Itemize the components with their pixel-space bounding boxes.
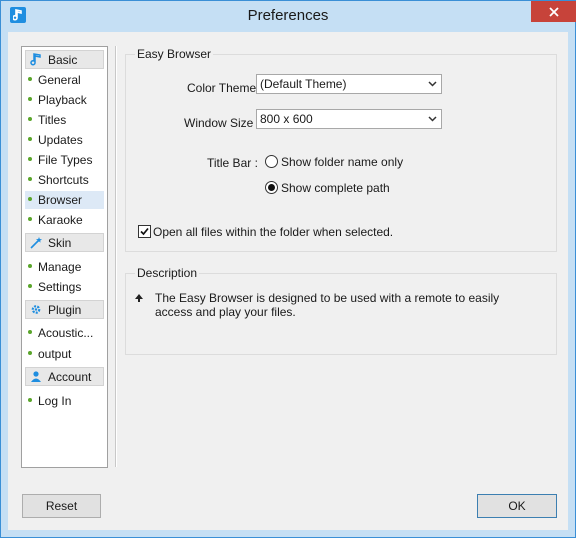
- section-label: Skin: [48, 236, 72, 250]
- window-size-select[interactable]: 800 x 600: [256, 109, 442, 129]
- bullet-icon: [28, 217, 32, 221]
- select-value: 800 x 600: [260, 112, 313, 126]
- close-icon: [548, 6, 559, 17]
- radio-dot: [268, 184, 275, 191]
- panel-divider: [115, 46, 117, 467]
- sidebar-item-label: File Types: [38, 153, 93, 167]
- section-header-skin[interactable]: Skin: [25, 233, 104, 252]
- category-sidebar: Basic General Playback Titles Updates Fi…: [21, 46, 108, 468]
- dialog-client-area: Basic General Playback Titles Updates Fi…: [8, 32, 568, 530]
- bullet-icon: [28, 197, 32, 201]
- sidebar-item-general[interactable]: General: [25, 71, 104, 89]
- reset-button[interactable]: Reset: [22, 494, 101, 518]
- bullet-icon: [28, 177, 32, 181]
- sidebar-item-label: Acoustic...: [38, 326, 94, 340]
- bullet-icon: [28, 97, 32, 101]
- open-all-checkbox[interactable]: [138, 225, 151, 238]
- sidebar-item-karaoke[interactable]: Karaoke: [25, 211, 104, 229]
- title-bar-label: Title Bar :: [207, 156, 258, 170]
- radio-folder-name-label[interactable]: Show folder name only: [281, 155, 403, 169]
- radio-complete-path-label[interactable]: Show complete path: [281, 181, 390, 195]
- sidebar-item-settings[interactable]: Settings: [25, 278, 104, 296]
- bullet-icon: [28, 284, 32, 288]
- sidebar-item-label: Log In: [38, 394, 72, 408]
- bullet-icon: [28, 157, 32, 161]
- sidebar-item-label: output: [38, 347, 72, 361]
- sidebar-item-log-in[interactable]: Log In: [25, 392, 104, 410]
- color-theme-select[interactable]: (Default Theme): [256, 74, 442, 94]
- bullet-icon: [28, 264, 32, 268]
- sidebar-item-updates[interactable]: Updates: [25, 131, 104, 149]
- sidebar-item-playback[interactable]: Playback: [25, 91, 104, 109]
- sidebar-item-output[interactable]: output: [25, 345, 104, 363]
- sidebar-item-label: Updates: [38, 133, 83, 147]
- chevron-down-icon: [428, 81, 437, 87]
- arrow-up-icon: [135, 294, 143, 302]
- sidebar-item-label: General: [38, 73, 81, 87]
- user-icon: [31, 371, 41, 382]
- window-size-label: Window Size :: [184, 116, 261, 130]
- magic-wand-icon: [30, 237, 42, 249]
- close-button[interactable]: [531, 1, 576, 22]
- section-header-account[interactable]: Account: [25, 367, 104, 386]
- sidebar-item-label: Playback: [38, 93, 87, 107]
- gear-icon: [31, 305, 41, 314]
- sidebar-item-titles[interactable]: Titles: [25, 111, 104, 129]
- sidebar-item-acoustic[interactable]: Acoustic...: [25, 324, 104, 342]
- music-note-icon: [30, 53, 41, 66]
- window-title: Preferences: [247, 7, 329, 24]
- sidebar-item-label: Settings: [38, 280, 82, 294]
- section-header-plugin[interactable]: Plugin: [25, 300, 104, 319]
- sidebar-item-browser[interactable]: Browser: [25, 191, 104, 209]
- sidebar-item-label: Titles: [38, 113, 67, 127]
- section-header-basic[interactable]: Basic: [25, 50, 104, 69]
- sidebar-item-label: Karaoke: [38, 213, 83, 227]
- bullet-icon: [28, 137, 32, 141]
- sidebar-item-shortcuts[interactable]: Shortcuts: [25, 171, 104, 189]
- radio-complete-path[interactable]: [265, 181, 278, 194]
- select-value: (Default Theme): [260, 77, 347, 91]
- bullet-icon: [28, 351, 32, 355]
- chevron-down-icon: [428, 116, 437, 122]
- sidebar-item-file-types[interactable]: File Types: [25, 151, 104, 169]
- color-theme-label: Color Theme :: [187, 81, 263, 95]
- bullet-icon: [28, 398, 32, 402]
- open-all-label[interactable]: Open all files within the folder when se…: [153, 225, 393, 239]
- preferences-window: Preferences Basic General Playback Title…: [0, 0, 576, 538]
- section-label: Basic: [48, 53, 78, 67]
- checkmark-icon: [140, 227, 149, 236]
- sidebar-item-manage[interactable]: Manage: [25, 258, 104, 276]
- group-title: Description: [135, 266, 200, 280]
- bullet-icon: [28, 330, 32, 334]
- radio-folder-name[interactable]: [265, 155, 278, 168]
- bullet-icon: [28, 117, 32, 121]
- description-text: The Easy Browser is designed to be used …: [155, 291, 500, 319]
- sidebar-item-label: Shortcuts: [38, 173, 89, 187]
- title-bar[interactable]: Preferences: [1, 1, 576, 32]
- bullet-icon: [28, 77, 32, 81]
- group-title: Easy Browser: [135, 47, 214, 61]
- section-label: Account: [48, 370, 92, 384]
- ok-button[interactable]: OK: [477, 494, 557, 518]
- section-label: Plugin: [48, 303, 82, 317]
- sidebar-item-label: Manage: [38, 260, 82, 274]
- sidebar-item-label: Browser: [38, 193, 83, 207]
